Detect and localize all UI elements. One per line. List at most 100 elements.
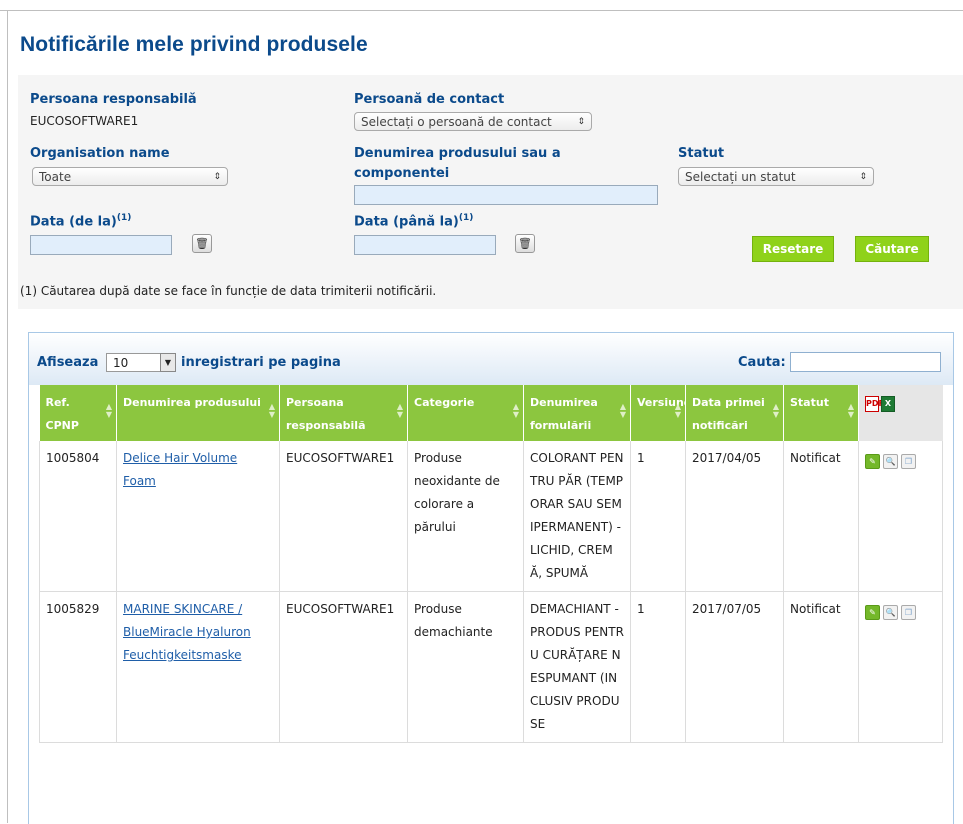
- product-label-line1: Denumirea produsului sau a: [354, 146, 561, 161]
- cell-ref: 1005829: [39, 591, 117, 743]
- org-select-value: Toate: [39, 169, 72, 184]
- pdf-export-icon[interactable]: PDF: [865, 396, 884, 412]
- results-panel: Afiseaza 10 ▼ inregistrari pe pagina Cau…: [28, 332, 954, 824]
- col-label: Data primei notificări: [692, 396, 765, 432]
- sort-icon: ▲ ▼: [772, 402, 779, 419]
- status-select[interactable]: Selectați un statut ⇕: [678, 167, 874, 186]
- cell-actions: ✎ 🔍 ❐: [858, 441, 943, 592]
- contact-select[interactable]: Selectați o persoană de contact ⇕: [354, 112, 592, 131]
- date-to-input[interactable]: [354, 235, 496, 255]
- sort-icon: ▲ ▼: [674, 402, 681, 419]
- product-link[interactable]: MARINE SKINCARE / BlueMiracle Hyaluron F…: [123, 602, 251, 662]
- cell-first-date: 2017/07/05: [685, 591, 784, 743]
- sort-icon: ▲ ▼: [396, 402, 403, 419]
- footnote-mark: (1): [458, 213, 474, 223]
- org-label: Organisation name: [30, 146, 170, 161]
- col-label: Versiune: [637, 396, 692, 409]
- search-panel: Persoana responsabilă EUCOSOFTWARE1 Pers…: [18, 75, 963, 309]
- col-status[interactable]: Statut ▲ ▼: [783, 385, 859, 441]
- cell-ref: 1005804: [39, 441, 117, 592]
- results-toolbar: Afiseaza 10 ▼ inregistrari pe pagina Cau…: [29, 333, 953, 385]
- frame-top-border: [0, 10, 963, 11]
- sort-icon: ▲ ▼: [847, 402, 854, 419]
- results-table: Ref. CPNP ▲ ▼ Denumirea produsului ▲ ▼ Perso…: [39, 385, 943, 743]
- product-label-line2: componentei: [354, 166, 450, 181]
- cell-actions: ✎ 🔍 ❐: [858, 591, 943, 743]
- search-button[interactable]: Căutare: [855, 236, 929, 262]
- cell-status: Notificat: [783, 441, 859, 592]
- responsible-label: Persoana responsabilă: [30, 92, 197, 107]
- contact-select-value: Selectați o persoană de contact: [361, 114, 552, 129]
- copy-icon[interactable]: ❐: [901, 605, 916, 620]
- trash-icon: 🗑: [195, 237, 209, 250]
- status-label: Statut: [678, 146, 725, 161]
- product-label: Denumirea produsului sau a componentei: [354, 146, 561, 181]
- dropdown-arrow-icon: ▼: [160, 353, 176, 372]
- date-from-input[interactable]: [30, 235, 172, 255]
- col-label: Statut: [790, 396, 829, 409]
- date-to-label-text: Data (până la): [354, 214, 459, 230]
- table-row: 1005804 Delice Hair Volume Foam EUCOSOFT…: [39, 441, 943, 592]
- footnote-mark: (1): [116, 213, 132, 223]
- show-label: Afiseaza: [37, 355, 99, 370]
- page-size-select[interactable]: 10 ▼: [106, 353, 176, 372]
- cell-version: 1: [630, 591, 686, 743]
- excel-export-icon[interactable]: X: [881, 396, 895, 412]
- page-size-value: 10: [113, 356, 129, 370]
- select-arrows-icon: ⇕: [577, 116, 585, 127]
- select-arrows-icon: ⇕: [859, 171, 867, 182]
- view-icon[interactable]: 🔍: [883, 605, 898, 620]
- cell-formulation: DEMACHIANT - PRODUS PENTRU CURĂȚARE NESP…: [523, 591, 631, 743]
- view-icon[interactable]: 🔍: [883, 454, 898, 469]
- edit-icon[interactable]: ✎: [865, 605, 880, 620]
- table-search-label: Cauta:: [738, 355, 786, 370]
- cell-product: Delice Hair Volume Foam: [116, 441, 280, 592]
- col-category[interactable]: Categorie ▲ ▼: [407, 385, 524, 441]
- table-header-row: Ref. CPNP ▲ ▼ Denumirea produsului ▲ ▼ Perso…: [39, 385, 943, 441]
- cell-formulation: COLORANT PENTRU PĂR (TEMPORAR SAU SEMIPE…: [523, 441, 631, 592]
- date-to-label: Data (până la)(1): [354, 213, 473, 229]
- col-ref-cpnp[interactable]: Ref. CPNP ▲ ▼: [39, 385, 117, 441]
- col-formulation[interactable]: Denumirea formulării ▲ ▼: [523, 385, 631, 441]
- col-first-date[interactable]: Data primei notificări ▲ ▼: [685, 385, 784, 441]
- date-search-note: (1) Căutarea după date se face în funcți…: [20, 284, 437, 298]
- col-label: Categorie: [414, 396, 475, 409]
- product-link[interactable]: Delice Hair Volume Foam: [123, 451, 237, 488]
- col-label: Denumirea formulării: [530, 396, 598, 432]
- col-responsible[interactable]: Persoana responsabilă ▲ ▼: [279, 385, 408, 441]
- cell-product: MARINE SKINCARE / BlueMiracle Hyaluron F…: [116, 591, 280, 743]
- clear-date-to-button[interactable]: 🗑: [515, 234, 535, 253]
- edit-icon[interactable]: ✎: [865, 454, 880, 469]
- responsible-value: EUCOSOFTWARE1: [30, 114, 139, 128]
- sort-icon: ▲ ▼: [268, 402, 275, 419]
- col-label: Ref. CPNP: [45, 396, 79, 432]
- date-from-label-text: Data (de la): [30, 214, 117, 230]
- table-row: 1005829 MARINE SKINCARE / BlueMiracle Hy…: [39, 591, 943, 743]
- table-search-input[interactable]: [790, 352, 941, 372]
- col-label: Persoana responsabilă: [286, 396, 366, 432]
- per-page-label: inregistrari pe pagina: [181, 355, 341, 370]
- cell-responsible: EUCOSOFTWARE1: [279, 591, 408, 743]
- copy-icon[interactable]: ❐: [901, 454, 916, 469]
- status-select-value: Selectați un statut: [685, 169, 796, 184]
- clear-date-from-button[interactable]: 🗑: [192, 234, 212, 253]
- page-title: Notificările mele privind produsele: [20, 33, 368, 56]
- col-version[interactable]: Versiune ▲ ▼: [630, 385, 691, 441]
- sort-icon: ▲ ▼: [105, 402, 112, 419]
- contact-label: Persoană de contact: [354, 92, 505, 107]
- cell-category: Produse demachiante: [407, 591, 524, 743]
- date-from-label: Data (de la)(1): [30, 213, 131, 229]
- trash-icon: 🗑: [518, 237, 532, 250]
- cell-first-date: 2017/04/05: [685, 441, 784, 592]
- col-export: PDFX: [858, 385, 943, 441]
- frame-left-border: [7, 10, 8, 823]
- col-product-name[interactable]: Denumirea produsului ▲ ▼: [116, 385, 280, 441]
- select-arrows-icon: ⇕: [213, 171, 221, 182]
- reset-button[interactable]: Resetare: [752, 236, 834, 262]
- sort-icon: ▲ ▼: [619, 402, 626, 419]
- cell-category: Produse neoxidante de colorare a părului: [407, 441, 524, 592]
- product-name-input[interactable]: [354, 185, 658, 205]
- col-label: Denumirea produsului: [123, 396, 261, 409]
- org-select[interactable]: Toate ⇕: [32, 167, 228, 186]
- cell-responsible: EUCOSOFTWARE1: [279, 441, 408, 592]
